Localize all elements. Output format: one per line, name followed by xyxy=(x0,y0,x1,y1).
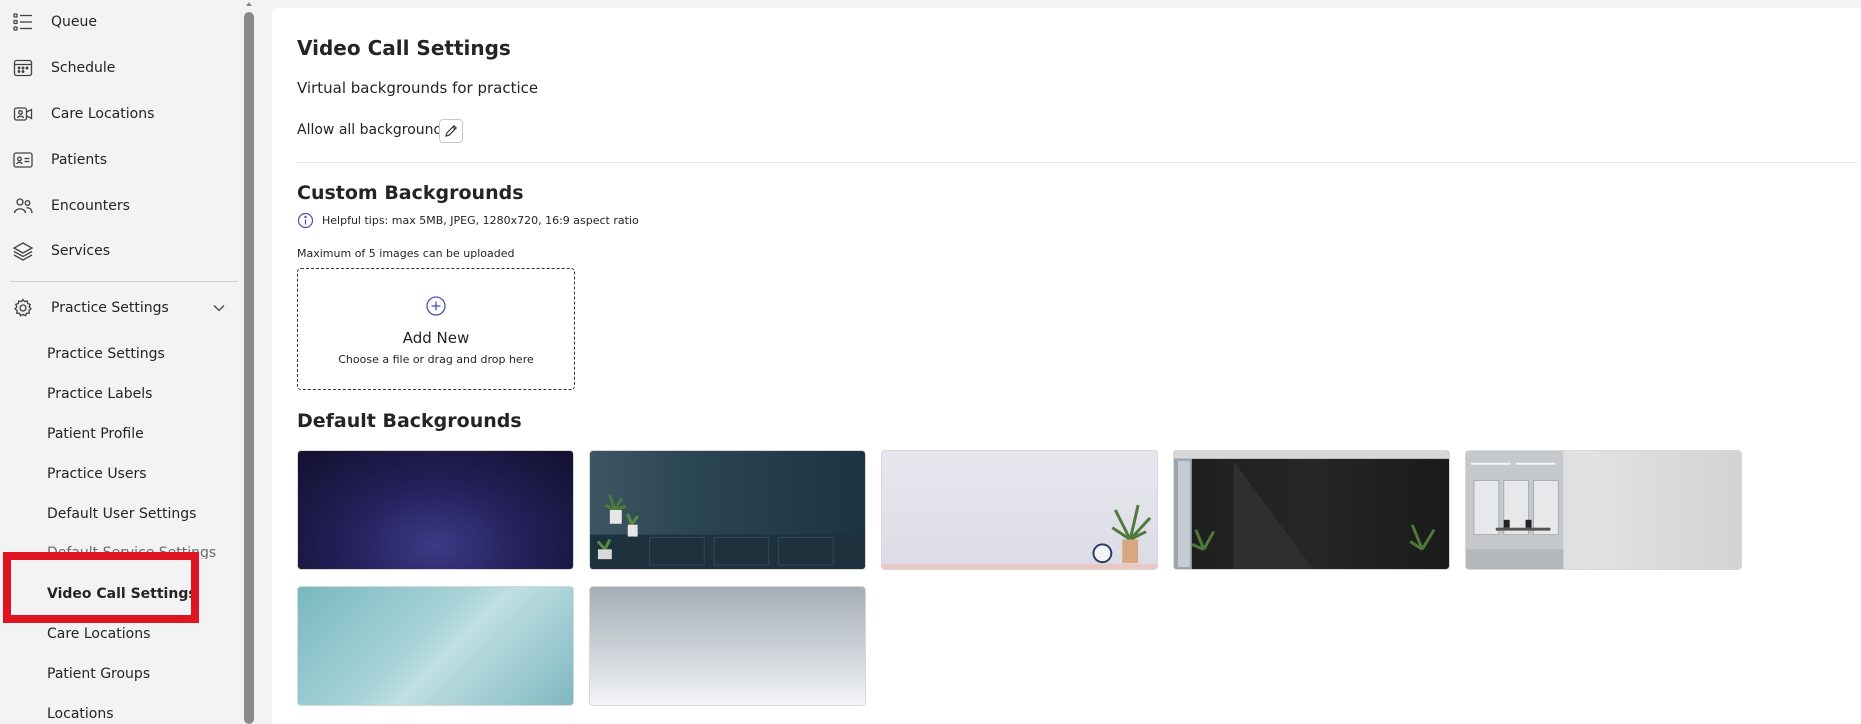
nav-item-care-locations[interactable]: Care Locations xyxy=(0,94,235,134)
background-thumbnail[interactable] xyxy=(1465,450,1742,570)
nav-label-queue: Queue xyxy=(51,14,97,30)
id-card-icon xyxy=(12,149,34,171)
info-icon xyxy=(297,212,314,228)
section-subtitle: Virtual backgrounds for practice xyxy=(297,79,539,97)
sub-item-default-user-settings[interactable]: Default User Settings xyxy=(47,500,196,528)
sub-item-practice-labels[interactable]: Practice Labels xyxy=(47,380,152,408)
default-backgrounds-heading: Default Backgrounds xyxy=(297,410,522,432)
white-wall-with-clock-image xyxy=(882,504,1157,569)
section-divider xyxy=(297,162,1857,163)
scroll-up-arrow-icon[interactable] xyxy=(244,0,254,8)
nav-label-care-locations: Care Locations xyxy=(51,106,155,122)
wall-with-plants-image xyxy=(590,494,865,569)
sub-item-locations[interactable]: Locations xyxy=(47,700,114,724)
add-new-hint: Choose a file or drag and drop here xyxy=(338,353,534,366)
sub-item-practice-settings[interactable]: Practice Settings xyxy=(47,340,165,368)
edit-backgrounds-button[interactable] xyxy=(439,119,463,143)
custom-backgrounds-heading: Custom Backgrounds xyxy=(297,182,524,204)
nav-item-queue[interactable]: Queue xyxy=(0,2,235,42)
calendar-icon xyxy=(12,57,34,79)
glass-office-image xyxy=(1466,451,1564,569)
chevron-down-icon[interactable] xyxy=(210,299,228,317)
nav-label-practice-settings: Practice Settings xyxy=(51,300,169,316)
sub-item-patient-groups[interactable]: Patient Groups xyxy=(47,660,150,688)
sub-item-patient-profile[interactable]: Patient Profile xyxy=(47,420,144,448)
background-thumbnail[interactable] xyxy=(589,586,866,706)
scrollbar-thumb[interactable] xyxy=(244,12,254,724)
pencil-icon xyxy=(445,124,458,137)
nav-label-schedule: Schedule xyxy=(51,60,116,76)
background-thumbnail[interactable] xyxy=(881,450,1158,570)
layers-icon xyxy=(12,240,34,262)
nav-item-practice-settings[interactable]: Practice Settings xyxy=(0,288,235,328)
background-thumbnail[interactable] xyxy=(589,450,866,570)
tip-text: Helpful tips: max 5MB, JPEG, 1280x720, 1… xyxy=(322,213,639,227)
sidebar: Queue Schedule Care Locations Patients E… xyxy=(0,0,243,724)
video-camera-icon xyxy=(12,103,34,125)
helpful-tip: Helpful tips: max 5MB, JPEG, 1280x720, 1… xyxy=(297,211,639,229)
nav-item-encounters[interactable]: Encounters xyxy=(0,186,235,226)
nav-label-services: Services xyxy=(51,243,111,259)
nav-item-services[interactable]: Services xyxy=(0,231,235,271)
dark-office-wall-image xyxy=(1174,451,1449,569)
sub-item-default-service-settings[interactable]: Default Service Settings xyxy=(47,545,216,559)
gear-icon xyxy=(12,297,34,319)
background-thumbnail[interactable] xyxy=(297,586,574,706)
nav-item-patients[interactable]: Patients xyxy=(0,140,235,180)
allow-backgrounds-label: Allow all backgrounds xyxy=(297,122,450,138)
page-title: Video Call Settings xyxy=(297,36,511,60)
add-new-upload-dropzone[interactable]: Add New Choose a file or drag and drop h… xyxy=(297,268,575,390)
people-icon xyxy=(12,195,34,217)
sidebar-divider xyxy=(10,281,238,282)
main-panel: Video Call Settings Virtual backgrounds … xyxy=(272,8,1861,724)
add-new-label: Add New xyxy=(402,329,470,347)
max-upload-note: Maximum of 5 images can be uploaded xyxy=(297,247,515,260)
sub-item-practice-users[interactable]: Practice Users xyxy=(47,460,147,488)
list-icon xyxy=(12,11,34,33)
nav-label-patients: Patients xyxy=(51,152,108,168)
sub-item-video-call-settings[interactable]: Video Call Settings xyxy=(47,580,197,608)
nav-label-encounters: Encounters xyxy=(51,198,130,214)
sub-item-care-locations[interactable]: Care Locations xyxy=(47,620,150,648)
nav-item-schedule[interactable]: Schedule xyxy=(0,48,235,88)
background-thumbnail[interactable] xyxy=(297,450,574,570)
add-circle-icon xyxy=(426,296,446,316)
background-thumbnail[interactable] xyxy=(1173,450,1450,570)
